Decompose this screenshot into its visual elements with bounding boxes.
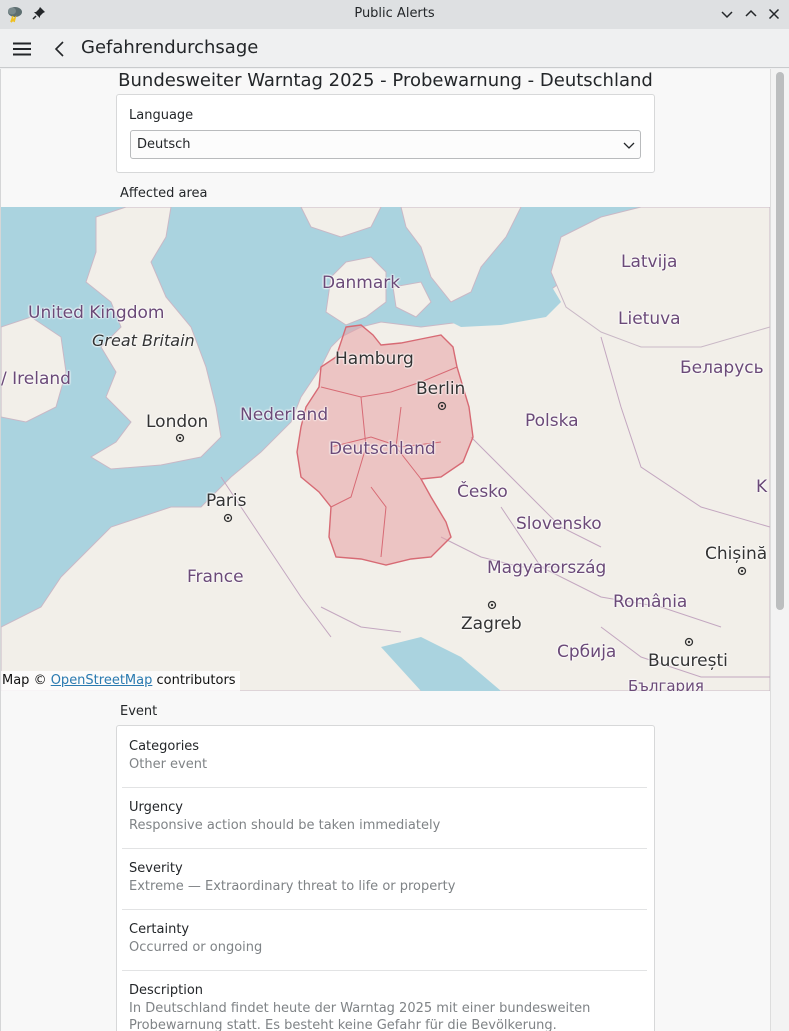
event-key: Categories	[129, 739, 200, 754]
map-label-magyarorszag: Magyarország	[487, 558, 607, 578]
vertical-scrollbar[interactable]	[770, 69, 789, 1031]
map-label-united-kingdom: United Kingdom	[28, 303, 165, 323]
event-key: Severity	[129, 861, 183, 876]
alert-title: Bundesweiter Warntag 2025 - Probewarnung…	[118, 70, 653, 91]
map-label-hamburg: Hamburg	[335, 349, 414, 369]
window-titlebar: Public Alerts	[0, 0, 789, 29]
map-label-bulgaria: България	[628, 677, 704, 691]
event-value: Occurred or ongoing	[129, 940, 263, 955]
map-label-chisinau: Chișină	[705, 544, 768, 564]
map-label-polska: Polska	[525, 411, 579, 431]
map-label-danmark: Danmark	[322, 273, 401, 293]
chevron-down-icon	[623, 142, 635, 149]
window-title: Public Alerts	[354, 6, 435, 21]
map-label-bucuresti: București	[648, 651, 728, 671]
close-icon[interactable]	[766, 6, 782, 22]
language-select[interactable]: Deutsch	[130, 130, 641, 159]
map-label-berlin: Berlin	[416, 379, 466, 399]
map-label-great-britain: Great Britain	[92, 331, 195, 350]
event-key: Urgency	[129, 800, 183, 815]
back-arrow-icon[interactable]	[52, 39, 68, 59]
hamburger-menu-icon[interactable]	[12, 39, 32, 59]
map-attribution: Map © OpenStreetMap contributors	[1, 671, 240, 691]
divider	[122, 787, 647, 788]
map-label-k: K	[756, 477, 768, 497]
affected-area-label: Affected area	[120, 186, 208, 201]
event-value: Other event	[129, 757, 208, 772]
map-label-srbija: Србија	[557, 642, 617, 662]
event-key: Certainty	[129, 922, 190, 937]
scrollbar-thumb[interactable]	[776, 72, 784, 610]
language-selected-value: Deutsch	[137, 137, 191, 152]
language-label: Language	[129, 108, 194, 123]
openstreetmap-link[interactable]: OpenStreetMap	[51, 673, 153, 688]
divider	[122, 909, 647, 910]
map-label-zagreb: Zagreb	[461, 614, 522, 634]
alert-details-scroll-area[interactable]: Bundesweiter Warntag 2025 - Probewarnung…	[0, 69, 770, 1031]
map-label-ireland: / Ireland	[1, 369, 71, 389]
page-toolbar: Gefahrendurchsage	[0, 29, 789, 68]
event-value: Extreme — Extraordinary threat to life o…	[129, 879, 456, 894]
attribution-prefix: Map ©	[2, 673, 51, 688]
map-label-slovensko: Slovensko	[516, 514, 602, 534]
map-label-cesko: Česko	[457, 482, 508, 502]
divider	[122, 848, 647, 849]
map-label-france: France	[187, 567, 244, 587]
event-key: Description	[129, 983, 204, 998]
map-label-lietuva: Lietuva	[618, 309, 681, 329]
event-value: In Deutschland findet heute der Warntag …	[129, 1001, 591, 1031]
event-value: Responsive action should be taken immedi…	[129, 818, 441, 833]
page-heading: Gefahrendurchsage	[81, 37, 259, 58]
map-label-paris: Paris	[206, 491, 247, 511]
event-row-certainty: Certainty Occurred or ongoing	[129, 922, 646, 956]
map-label-belarus: Беларусь	[680, 358, 764, 378]
event-row-severity: Severity Extreme — Extraordinary threat …	[129, 861, 646, 895]
attribution-suffix: contributors	[152, 673, 236, 688]
maximize-icon[interactable]	[743, 6, 759, 22]
map-label-london: London	[146, 412, 209, 432]
map-label-latvija: Latvija	[621, 252, 678, 272]
map-label-nederland: Nederland	[240, 405, 329, 425]
map-label-deutschland: Deutschland	[329, 439, 436, 459]
event-row-description: Description In Deutschland findet heute …	[129, 983, 646, 1031]
language-card: Language Deutsch	[116, 94, 655, 173]
divider	[122, 970, 647, 971]
affected-area-map[interactable]: Danmark Latvija United Kingdom Great Bri…	[1, 207, 770, 691]
event-card: Categories Other event Urgency Responsiv…	[116, 725, 655, 1031]
event-row-categories: Categories Other event	[129, 739, 646, 773]
map-label-romania: România	[613, 592, 688, 612]
event-row-urgency: Urgency Responsive action should be take…	[129, 800, 646, 834]
minimize-icon[interactable]	[719, 6, 735, 22]
event-label: Event	[120, 704, 158, 719]
